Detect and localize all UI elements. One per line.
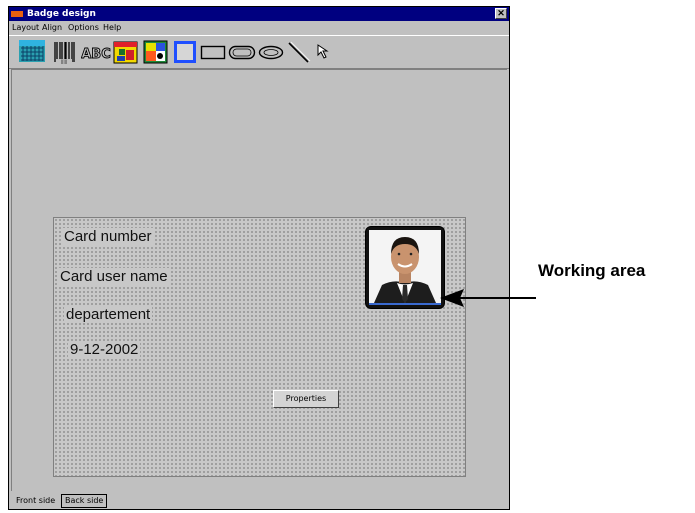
date-icon[interactable] (113, 40, 139, 64)
toolbar: ||||| ABC (9, 35, 509, 69)
tab-front-side[interactable]: Front side (13, 494, 58, 508)
pointer-icon[interactable] (314, 40, 334, 64)
card-user-name-field[interactable]: Card user name (58, 268, 170, 285)
canvas-area: Card number Card user name departement 9… (11, 69, 507, 491)
menu-help[interactable]: Help (103, 22, 121, 34)
rectangle-icon[interactable] (200, 40, 226, 64)
working-area-label: Working area (538, 261, 646, 280)
card-number-field[interactable]: Card number (62, 228, 154, 245)
rounded-rectangle-icon[interactable] (228, 40, 256, 64)
arrow-icon (440, 289, 536, 307)
title-bar[interactable]: Badge design ✕ (9, 7, 509, 21)
ellipse-icon[interactable] (258, 40, 284, 64)
barcode-lines-icon[interactable]: ||||| (53, 40, 77, 64)
tab-back-side[interactable]: Back side (61, 494, 108, 508)
side-tabs: Front side Back side (9, 491, 509, 509)
date-field[interactable]: 9-12-2002 (68, 341, 141, 358)
image-icon[interactable] (143, 40, 169, 64)
photo-placeholder[interactable] (365, 226, 445, 309)
barcode-icon[interactable] (19, 40, 47, 64)
rectangle-filled-icon[interactable] (173, 40, 197, 64)
badge-design-window: Badge design ✕ Layout Align Options Help… (8, 6, 510, 510)
department-field[interactable]: departement (64, 306, 153, 323)
close-button[interactable]: ✕ (495, 8, 507, 19)
line-icon[interactable] (286, 40, 312, 64)
window-title: Badge design (27, 9, 96, 19)
menu-layout[interactable]: Layout (12, 22, 39, 34)
properties-button[interactable]: Properties (273, 390, 339, 408)
working-area[interactable]: Card number Card user name departement 9… (53, 217, 466, 477)
text-abc-icon[interactable]: ABC (81, 40, 111, 64)
svg-text:|||||: ||||| (61, 59, 68, 64)
svg-text:ABC: ABC (81, 47, 111, 62)
menu-options[interactable]: Options (68, 22, 99, 34)
app-icon (11, 11, 23, 17)
menu-align[interactable]: Align (42, 22, 62, 34)
menu-bar: Layout Align Options Help (9, 21, 509, 35)
